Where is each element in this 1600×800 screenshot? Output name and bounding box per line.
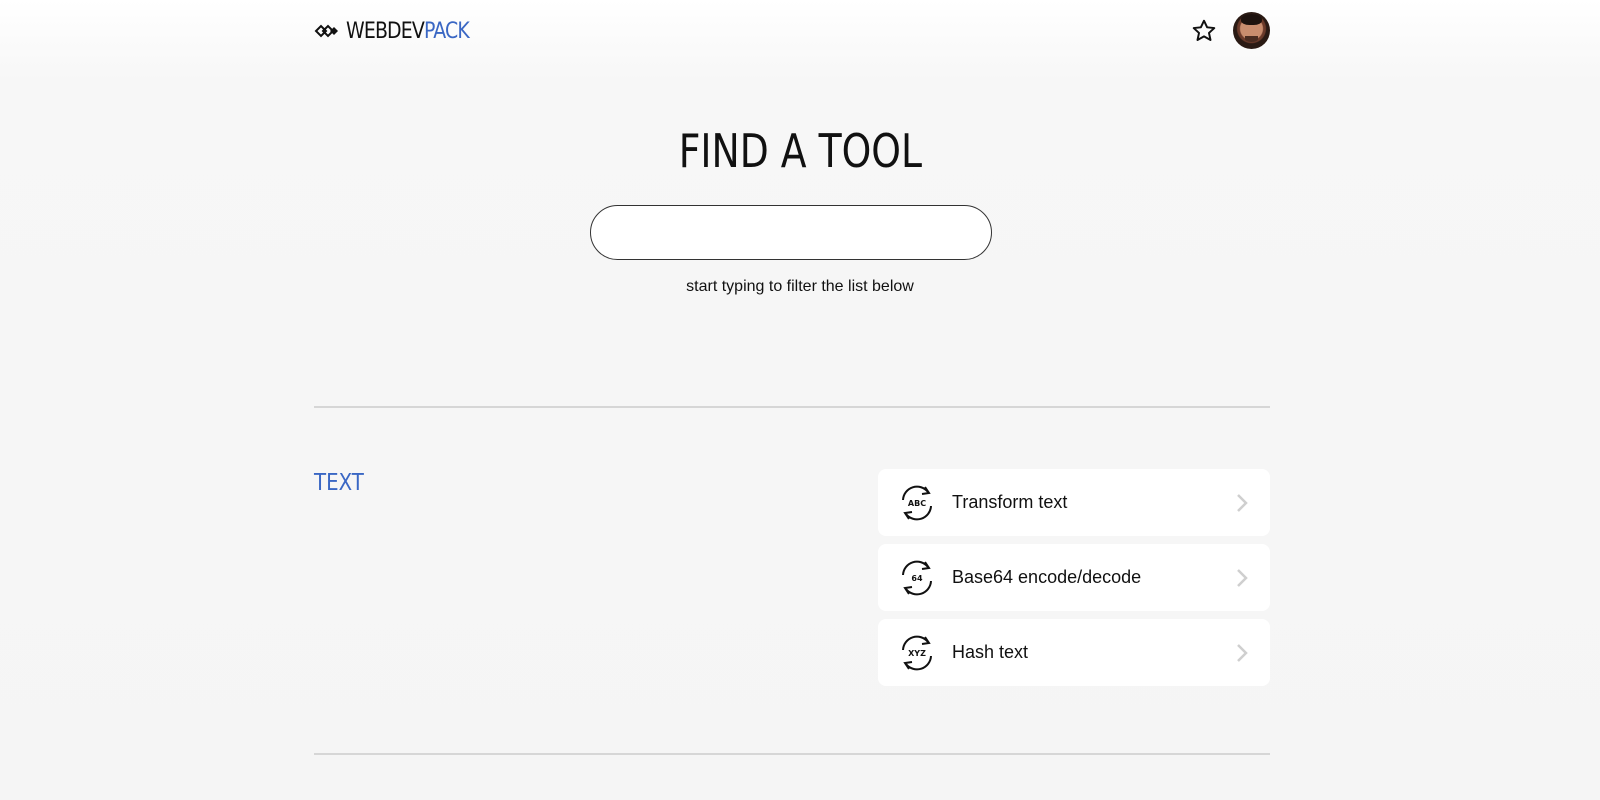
tool-label: Hash text [952,642,1029,662]
chevron-right-icon [1237,494,1248,512]
logo-text: WEBDEVPACK [346,18,470,44]
page-title: FIND A TOOL [0,124,1600,178]
star-icon [1192,19,1216,41]
base64-icon: 64 [902,560,932,595]
tool-item-hash-text[interactable]: XYZ Hash text [878,619,1270,686]
tool-icon-text: ABC [908,499,926,508]
chevron-right-icon [1237,644,1248,662]
logo-primary: WEBDEV [346,18,425,44]
chevron-right-icon [1237,569,1248,587]
section-divider-bottom [314,753,1270,755]
user-avatar[interactable] [1233,12,1270,49]
diamond-logo-icon [314,24,338,38]
site-header: WEBDEVPACK [314,0,1270,62]
search-hint: start typing to filter the list below [686,278,914,295]
tool-item-transform-text[interactable]: ABC Transform text [878,469,1270,536]
page-title-text: FIND A TOOL [678,124,922,178]
logo-accent: PACK [423,18,470,44]
header-actions [1189,12,1270,49]
tool-item-base64[interactable]: 64 Base64 encode/decode [878,544,1270,611]
section-title: TEXT [314,470,364,496]
transform-text-icon: ABC [902,485,932,520]
hash-text-icon: XYZ [902,635,932,670]
tool-icon-text: 64 [911,574,923,583]
tool-label: Base64 encode/decode [952,567,1142,587]
search-input[interactable] [590,205,992,260]
tool-list: ABC Transform text 64 Base64 encode/deco… [878,469,1270,694]
favorites-button[interactable] [1189,16,1219,46]
logo-link[interactable]: WEBDEVPACK [314,16,489,46]
tool-icon-text: XYZ [908,649,926,658]
section-divider-top [314,406,1270,408]
tool-label: Transform text [952,492,1068,512]
